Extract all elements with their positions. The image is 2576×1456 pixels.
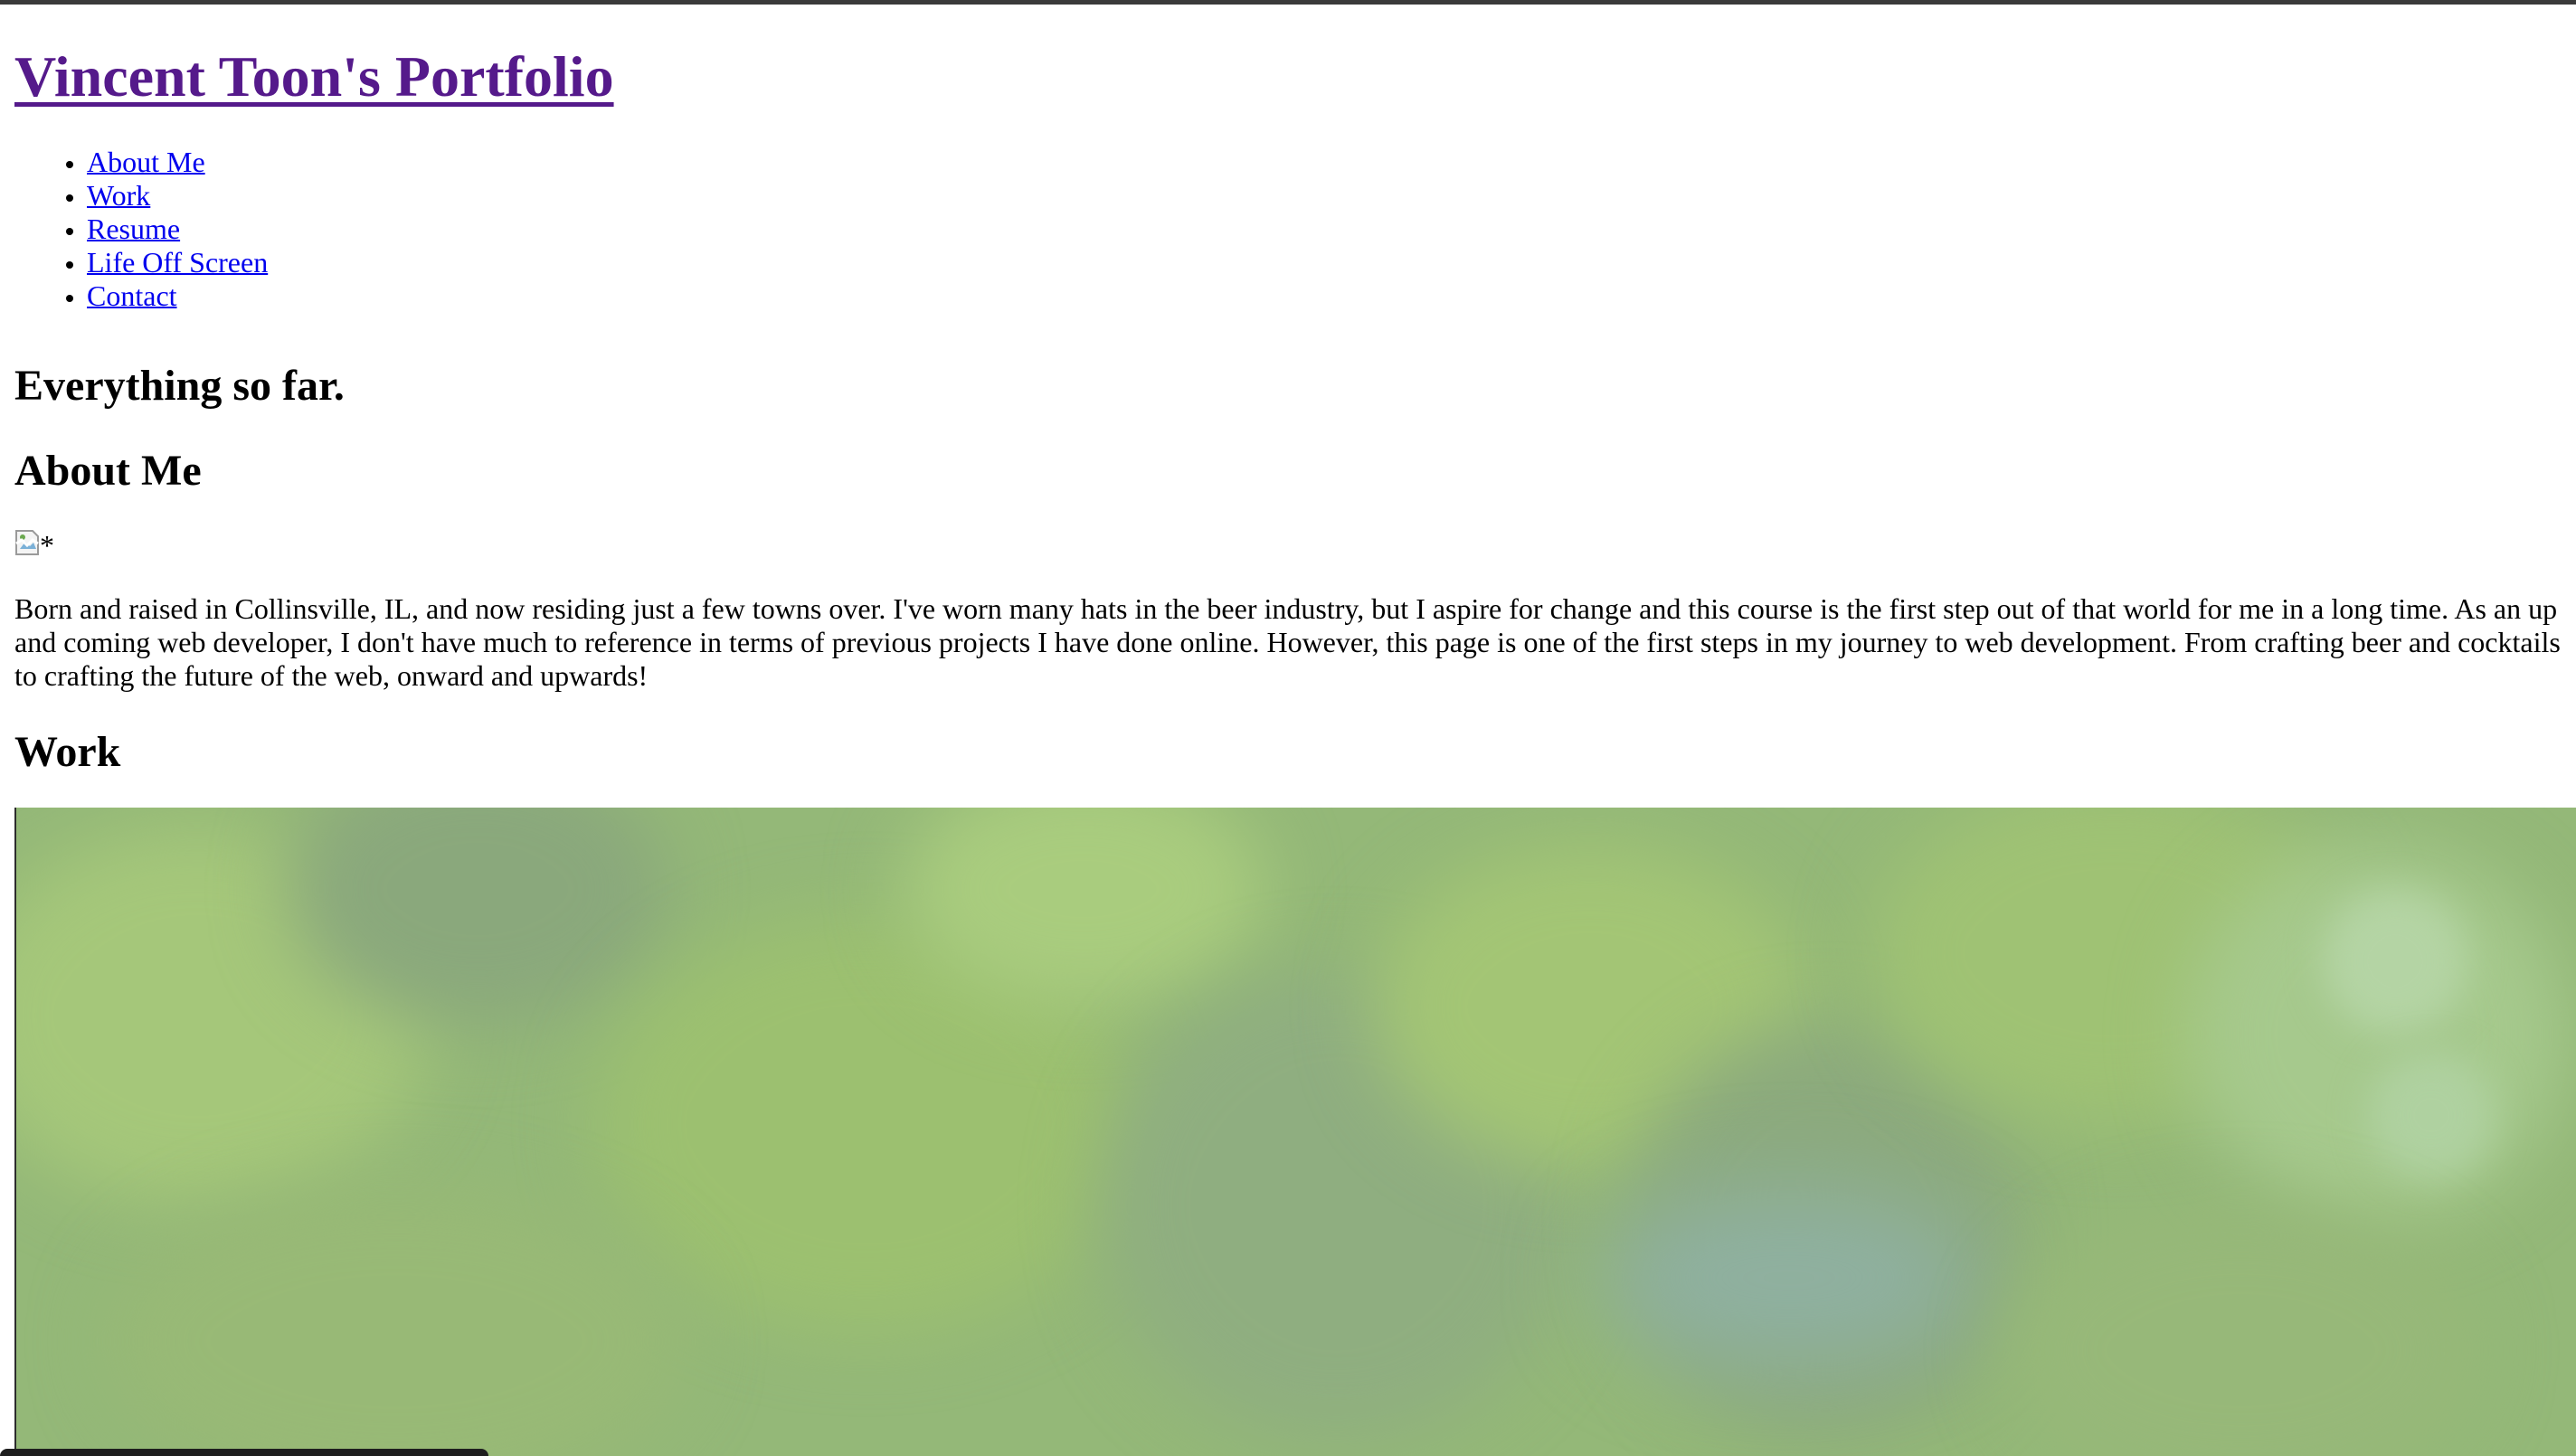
intro-heading: Everything so far. (14, 362, 345, 410)
site-title: Vincent Toon's Portfolio (14, 41, 2576, 113)
bottom-status-bar (0, 1449, 488, 1456)
nav-link-work[interactable]: Work (87, 179, 150, 212)
about-image-alt-text: * (40, 529, 54, 562)
foliage-blob (2006, 1205, 2477, 1456)
nav-item-work: Work (87, 179, 2576, 213)
nav-link-resume[interactable]: Resume (87, 213, 180, 245)
nav-item-about-me: About Me (87, 146, 2576, 179)
nav-link-life-off-screen[interactable]: Life Off Screen (87, 246, 268, 279)
about-heading: About Me (14, 447, 202, 495)
about-image-broken: * (14, 529, 2576, 563)
foliage-blob (107, 1187, 686, 1456)
about-paragraph: Born and raised in Collinsville, IL, and… (14, 592, 2561, 692)
nav-item-resume: Resume (87, 213, 2576, 246)
site-title-link[interactable]: Vincent Toon's Portfolio (14, 44, 614, 109)
nav-link-about-me[interactable]: About Me (87, 146, 205, 178)
page-content: Vincent Toon's Portfolio About Me Work R… (14, 5, 2576, 778)
foliage-blob (2368, 1052, 2495, 1178)
nav-item-life-off-screen: Life Off Screen (87, 246, 2576, 279)
foliage-blob (2323, 889, 2467, 1034)
blurred-green-foliage-image (14, 808, 2576, 1456)
main-nav: About Me Work Resume Life Off Screen Con… (14, 146, 2576, 313)
broken-image-icon (14, 529, 40, 556)
foliage-blob (1599, 1187, 1979, 1368)
nav-item-contact: Contact (87, 279, 2576, 313)
work-heading: Work (14, 728, 121, 776)
nav-link-contact[interactable]: Contact (87, 279, 177, 312)
